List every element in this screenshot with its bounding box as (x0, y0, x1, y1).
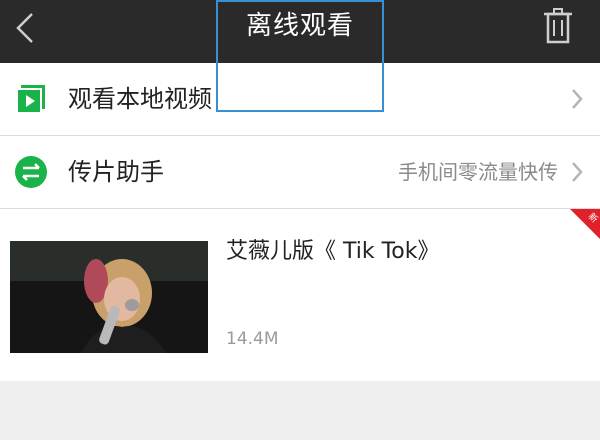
video-thumbnail[interactable] (10, 241, 208, 353)
play-folder-icon (16, 85, 45, 114)
transfer-helper-row[interactable]: 传片助手 手机间零流量快传 (0, 136, 600, 209)
chevron-right-icon (572, 89, 583, 109)
local-videos-row[interactable]: 观看本地视频 (0, 63, 600, 136)
video-size: 14.4M (226, 329, 279, 349)
transfer-helper-label: 传片助手 (68, 158, 164, 186)
page-title: 离线观看 (245, 11, 354, 41)
transfer-icon (15, 156, 47, 188)
video-title: 艾薇儿版《 Tik Tok》 (226, 239, 440, 264)
video-item[interactable]: 艾薇儿版《 Tik Tok》 14.4M (0, 209, 600, 381)
trash-icon[interactable] (540, 6, 576, 46)
transfer-helper-subtitle: 手机间零流量快传 (398, 160, 558, 184)
chevron-right-icon (572, 162, 583, 182)
local-videos-label: 观看本地视频 (68, 85, 212, 113)
singer-thumbnail-image (10, 241, 208, 353)
top-bar: 离线观看 (0, 0, 600, 63)
